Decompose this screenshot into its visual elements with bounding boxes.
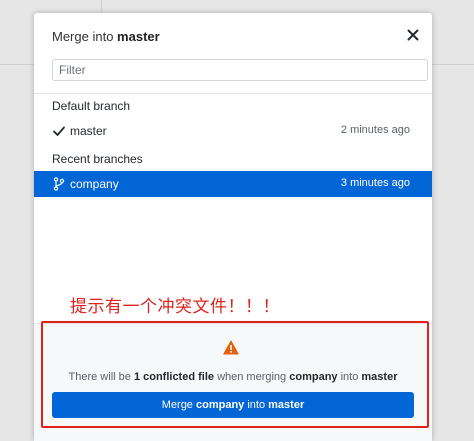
source-branch: company <box>289 371 338 383</box>
filter-input[interactable] <box>52 59 428 81</box>
merge-footer: There will be 1 conflicted file when mer… <box>34 323 432 441</box>
branch-name: company <box>70 177 119 191</box>
check-icon <box>53 126 65 136</box>
background-divider <box>101 0 102 13</box>
target-branch: master <box>361 371 398 383</box>
branch-time: 2 minutes ago <box>340 124 410 136</box>
dialog-title: Merge into master <box>52 29 160 44</box>
merge-conflict-message: There will be 1 conflicted file when mer… <box>34 371 432 383</box>
conflict-count: 1 conflicted file <box>133 371 215 383</box>
merge-button[interactable]: Merge company into master <box>52 392 414 418</box>
message-text: when merging <box>214 371 290 383</box>
filter-divider <box>34 93 432 94</box>
button-text: into <box>244 399 269 411</box>
message-text: There will be <box>68 371 134 383</box>
branch-item-master[interactable]: master 2 minutes ago <box>34 118 432 144</box>
default-branch-heading: Default branch <box>52 99 131 113</box>
git-branch-icon <box>53 177 65 191</box>
branch-time: 3 minutes ago <box>340 177 410 189</box>
dialog-title-prefix: Merge into <box>52 29 118 44</box>
background-divider <box>432 64 474 65</box>
warning-icon <box>223 340 239 355</box>
branch-item-company[interactable]: company 3 minutes ago <box>34 171 432 197</box>
branch-name: master <box>70 124 107 138</box>
merge-dialog: Merge into master Default branch master … <box>34 13 432 441</box>
button-target-branch: master <box>268 399 305 411</box>
annotation-note: 提示有一个冲突文件！！！ <box>70 297 280 317</box>
dialog-header: Merge into master <box>34 13 432 57</box>
message-text: into <box>337 371 362 383</box>
recent-branches-heading: Recent branches <box>52 152 143 166</box>
dialog-title-branch: master <box>117 29 160 44</box>
close-icon[interactable] <box>406 28 420 42</box>
background-divider <box>0 64 34 65</box>
button-source-branch: company <box>196 399 245 411</box>
button-text: Merge <box>161 399 196 411</box>
